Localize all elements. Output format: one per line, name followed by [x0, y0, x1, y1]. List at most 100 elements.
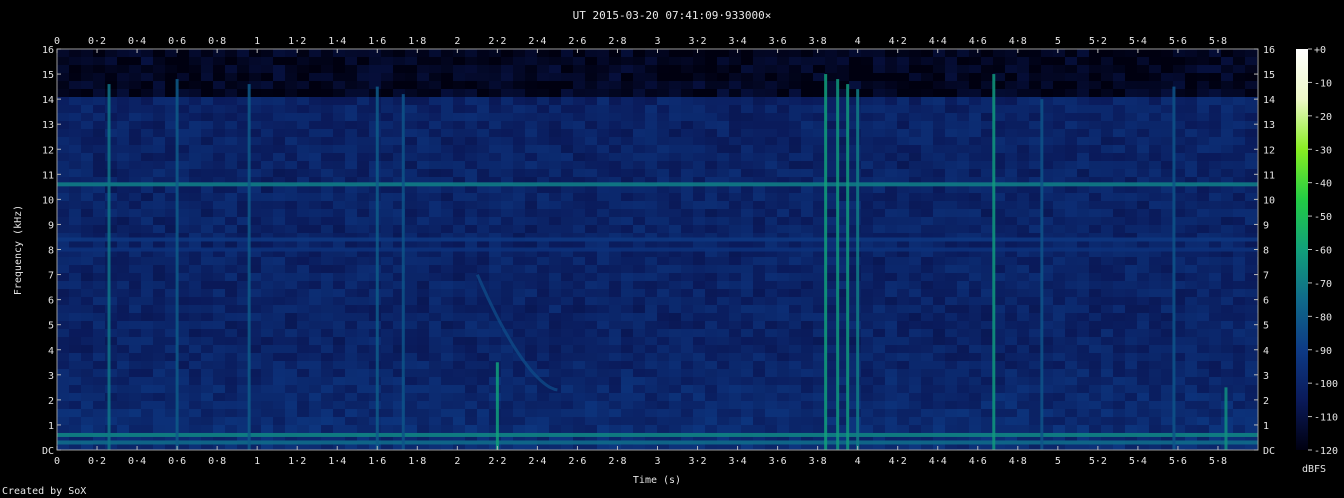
- heat-cell: [165, 121, 177, 129]
- heat-cell: [969, 217, 981, 225]
- heat-cell: [885, 105, 897, 113]
- heat-cell: [501, 257, 513, 265]
- heat-cell: [249, 425, 261, 433]
- heat-cell: [897, 201, 909, 209]
- heat-cell: [81, 129, 93, 137]
- heat-cell: [549, 145, 561, 153]
- heat-cell: [705, 105, 717, 113]
- heat-cell: [369, 377, 381, 385]
- heat-cell: [465, 97, 477, 105]
- heat-cell: [1149, 121, 1161, 129]
- heat-cell: [1089, 137, 1101, 145]
- heat-cell: [1125, 193, 1137, 201]
- heat-cell: [153, 329, 165, 337]
- heat-cell: [585, 409, 597, 417]
- heat-cell: [693, 81, 705, 89]
- heat-cell: [681, 145, 693, 153]
- heat-cell: [573, 337, 585, 345]
- heat-cell: [69, 153, 81, 161]
- heat-cell: [1005, 65, 1017, 73]
- heat-cell: [177, 129, 189, 137]
- heat-cell: [297, 289, 309, 297]
- heat-cell: [657, 129, 669, 137]
- heat-cell: [237, 137, 249, 145]
- heat-cell: [849, 73, 861, 81]
- heat-cell: [897, 121, 909, 129]
- heat-cell: [285, 209, 297, 217]
- heat-cell: [153, 121, 165, 129]
- heat-cell: [333, 81, 345, 89]
- heat-cell: [465, 385, 477, 393]
- heat-cell: [885, 289, 897, 297]
- heat-cell: [765, 153, 777, 161]
- heat-cell: [129, 289, 141, 297]
- heat-cell: [1065, 89, 1077, 97]
- heat-cell: [1185, 209, 1197, 217]
- heat-cell: [465, 313, 477, 321]
- heat-cell: [1113, 57, 1125, 65]
- heat-cell: [369, 313, 381, 321]
- heat-cell: [669, 313, 681, 321]
- heat-cell: [1197, 89, 1209, 97]
- heat-cell: [657, 153, 669, 161]
- heat-cell: [309, 193, 321, 201]
- heat-cell: [429, 305, 441, 313]
- heat-cell: [1161, 49, 1173, 57]
- heat-cell: [345, 49, 357, 57]
- heat-cell: [93, 257, 105, 265]
- heat-cell: [1017, 305, 1029, 313]
- heat-cell: [513, 169, 525, 177]
- heat-cell: [1209, 97, 1221, 105]
- heat-cell: [585, 153, 597, 161]
- heat-cell: [153, 201, 165, 209]
- heat-cell: [321, 305, 333, 313]
- heat-cell: [285, 385, 297, 393]
- heat-cell: [309, 377, 321, 385]
- heat-cell: [525, 353, 537, 361]
- heat-cell: [873, 401, 885, 409]
- heat-cell: [93, 89, 105, 97]
- heat-cell: [1005, 289, 1017, 297]
- heat-cell: [981, 129, 993, 137]
- heat-cell: [597, 281, 609, 289]
- heat-cell: [921, 105, 933, 113]
- heat-cell: [897, 129, 909, 137]
- heat-cell: [273, 345, 285, 353]
- heat-cell: [1101, 81, 1113, 89]
- heat-cell: [1113, 353, 1125, 361]
- heat-cell: [1005, 145, 1017, 153]
- heat-cell: [909, 321, 921, 329]
- heat-cell: [1221, 337, 1233, 345]
- heat-cell: [597, 361, 609, 369]
- heat-cell: [417, 281, 429, 289]
- heat-cell: [1245, 401, 1257, 409]
- heat-cell: [897, 161, 909, 169]
- heat-cell: [621, 201, 633, 209]
- heat-cell: [81, 313, 93, 321]
- heat-cell: [93, 265, 105, 273]
- heat-cell: [429, 417, 441, 425]
- heat-cell: [765, 145, 777, 153]
- heat-cell: [933, 97, 945, 105]
- heat-cell: [861, 209, 873, 217]
- heat-cell: [741, 353, 753, 361]
- heat-cell: [873, 297, 885, 305]
- heat-cell: [261, 321, 273, 329]
- heat-cell: [261, 409, 273, 417]
- heat-cell: [321, 113, 333, 121]
- heat-cell: [801, 409, 813, 417]
- heat-cell: [489, 121, 501, 129]
- heat-cell: [1053, 105, 1065, 113]
- heat-cell: [849, 313, 861, 321]
- heat-cell: [1233, 89, 1245, 97]
- heat-cell: [189, 409, 201, 417]
- heat-cell: [1185, 97, 1197, 105]
- heat-cell: [705, 97, 717, 105]
- heat-cell: [813, 105, 825, 113]
- heat-cell: [501, 369, 513, 377]
- heat-cell: [969, 89, 981, 97]
- heat-cell: [717, 305, 729, 313]
- heat-cell: [945, 409, 957, 417]
- heat-cell: [93, 305, 105, 313]
- heat-cell: [69, 105, 81, 113]
